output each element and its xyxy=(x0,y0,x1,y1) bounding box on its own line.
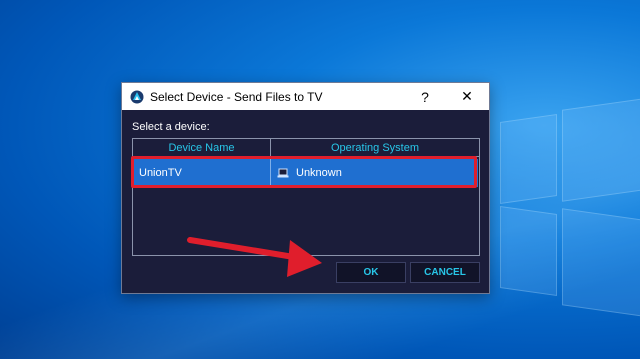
annotation-arrow xyxy=(187,237,322,277)
ok-button[interactable]: OK xyxy=(336,262,406,283)
cancel-button[interactable]: CANCEL xyxy=(410,262,480,283)
